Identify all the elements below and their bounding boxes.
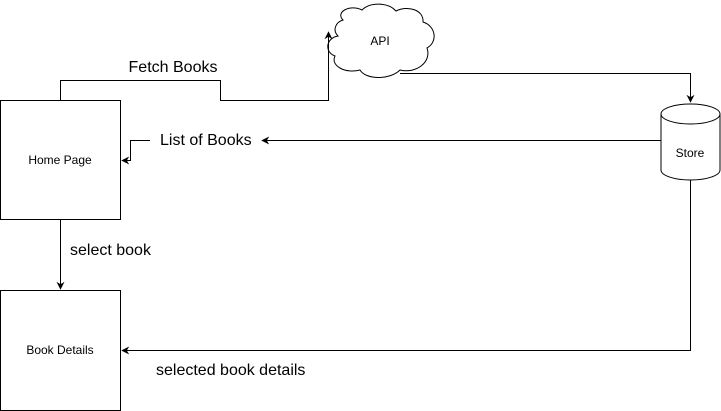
store-cylinder[interactable]: [660, 103, 721, 181]
selected-book-details-label: selected book details: [156, 362, 306, 379]
home-page-label: Home Page: [28, 153, 92, 167]
edge-api-to-store: [400, 73, 695, 103]
store-label: Store: [675, 146, 705, 160]
book-details-label: Book Details: [26, 343, 94, 357]
diagram-canvas: Home Page Book Details API Store Fetch B…: [0, 0, 721, 411]
edge-selected-book-details: [121, 180, 691, 355]
diagram-svg: [0, 3, 721, 411]
fetch-books-label: Fetch Books: [128, 59, 218, 76]
edge-list-to-home: [121, 140, 150, 165]
select-book-label: select book: [70, 242, 151, 259]
api-label: API: [370, 34, 390, 48]
list-of-books-label: List of Books: [160, 132, 252, 149]
